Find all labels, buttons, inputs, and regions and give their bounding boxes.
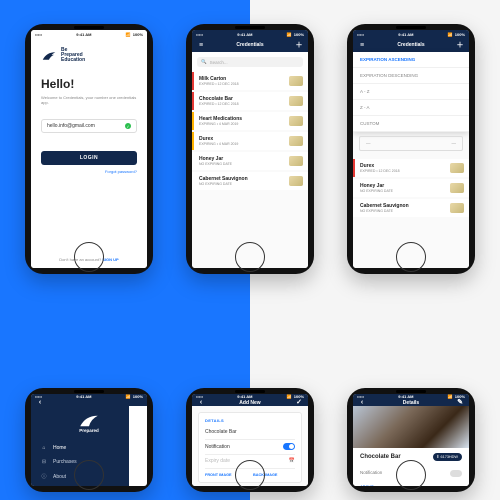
search-input[interactable]: 🔍 Search...	[197, 57, 303, 67]
notification-toggle-row: Notification	[205, 440, 295, 455]
brand-logo: BePreparedEducation	[41, 48, 137, 63]
forgot-password-link[interactable]: Forgot password?	[41, 169, 137, 174]
add-icon[interactable]: ＋	[456, 42, 464, 49]
item-thumbnail	[289, 116, 303, 126]
list-item[interactable]: DurexEXPIRING • 4 MAR 2019	[192, 132, 308, 150]
carrier-dots: •••••	[35, 32, 42, 37]
search-icon: 🔍	[201, 59, 207, 65]
sort-option[interactable]: EXPIRATION DESCENDING	[353, 68, 469, 84]
about-label: ABOUT	[360, 485, 374, 486]
login-button[interactable]: LOGIN	[41, 151, 137, 165]
phone-login: ••••• 9:41 AM 📶100% BePreparedEducation …	[25, 24, 153, 274]
check-icon: ✓	[125, 123, 131, 129]
back-icon[interactable]: ‹	[358, 399, 366, 406]
toggle-switch-off[interactable]	[450, 470, 462, 477]
menu-icon[interactable]: ≡	[358, 42, 366, 49]
header-title: Credentials	[205, 42, 295, 48]
phone-nav-drawer: •••••9:41 AM📶100% ‹ Prepared ⌂Home⊟Purch…	[25, 388, 153, 492]
login-heading: Hello!	[41, 77, 137, 91]
sort-option[interactable]: A - Z	[353, 84, 469, 100]
back-image-label: BACK IMAGE	[253, 473, 295, 477]
status-battery: 100%	[133, 32, 143, 37]
front-image-label: FRONT IMAGE	[205, 473, 247, 477]
item-thumbnail	[289, 96, 303, 106]
item-thumbnail	[289, 136, 303, 146]
expiry-input[interactable]: Expiry date📅	[205, 455, 295, 469]
list-item[interactable]: Milk CartonEXPIRED • 12 DEC 2018	[192, 72, 308, 90]
item-thumbnail	[289, 156, 303, 166]
wing-icon	[41, 51, 57, 61]
item-name: Chocolate Bar	[360, 454, 401, 460]
login-subtitle: Welcome to Credentials, your number one …	[41, 95, 137, 105]
header-title: Details	[366, 400, 456, 406]
phone-details: •••••9:41 AM📶100% ‹ Details ✎ Chocolate …	[347, 388, 475, 492]
list-item[interactable]: Heart MedicationsEXPIRING • 4 MAR 2019	[192, 112, 308, 130]
back-icon[interactable]: ‹	[197, 399, 205, 406]
code-badge: ⦀6173HDW	[433, 453, 462, 461]
calendar-icon: 📅	[289, 458, 295, 464]
name-input[interactable]: Chocolate Bar	[205, 426, 295, 440]
date-range-input[interactable]: ——	[359, 136, 463, 151]
signup-link[interactable]: SIGN UP	[102, 257, 118, 262]
status-time: 9:41 AM	[76, 32, 91, 37]
item-thumbnail	[289, 176, 303, 186]
phone-add-new: •••••9:41 AM📶100% ‹ Add New ✓ DETAILS Ch…	[186, 388, 314, 492]
email-field[interactable]: hello.info@gmail.com ✓	[41, 119, 137, 133]
menu-item-icon: ⓘ	[41, 473, 47, 480]
app-header: ≡ Credentials ＋	[192, 38, 308, 52]
sort-dropdown: EXPIRATION ASCENDINGEXPIRATION DESCENDIN…	[353, 52, 469, 132]
add-icon[interactable]: ＋	[295, 42, 303, 49]
signup-line: Don't have an account? SIGN UP	[41, 257, 137, 268]
edit-icon[interactable]: ✎	[456, 399, 464, 406]
sort-option[interactable]: CUSTOM	[353, 116, 469, 132]
list-item[interactable]: Cabernet SauvignonNO EXPIRING DATE	[192, 172, 308, 190]
notification-row: Notification	[353, 466, 469, 481]
list-item[interactable]: Honey JarNO EXPIRING DATE	[192, 152, 308, 170]
list-item[interactable]: DurexEXPIRED • 12 DEC 2018	[353, 159, 469, 177]
header-title: Credentials	[366, 42, 456, 48]
menu-item-icon: ⌂	[41, 445, 47, 451]
item-thumbnail	[289, 76, 303, 86]
back-icon[interactable]: ‹	[36, 399, 44, 406]
header-title: Add New	[205, 400, 295, 406]
barcode-icon: ⦀	[437, 455, 439, 459]
sort-option[interactable]: EXPIRATION ASCENDING	[353, 52, 469, 68]
status-bar: ••••• 9:41 AM 📶100%	[31, 30, 147, 38]
phone-credentials-list: •••••9:41 AM 📶100% ≡ Credentials ＋ 🔍 Sea…	[186, 24, 314, 274]
menu-item-icon: ⊟	[41, 459, 47, 465]
phone-sort-filter: •••••9:41 AM📶100% ≡ Credentials ＋ EXPIRA…	[347, 24, 475, 274]
hero-image	[353, 406, 469, 448]
credentials-list: Milk CartonEXPIRED • 12 DEC 2018 Chocolat…	[192, 72, 308, 268]
section-label: DETAILS	[205, 418, 295, 423]
list-item[interactable]: Chocolate BarEXPIRED • 12 DEC 2018	[192, 92, 308, 110]
list-item[interactable]: Honey JarNO EXPIRING DATE	[353, 179, 469, 197]
menu-icon[interactable]: ≡	[197, 42, 205, 49]
sort-option[interactable]: Z - A	[353, 100, 469, 116]
toggle-switch[interactable]	[283, 443, 295, 450]
list-item[interactable]: Cabernet SauvignonNO EXPIRING DATE	[353, 199, 469, 217]
save-icon[interactable]: ✓	[295, 399, 303, 406]
status-bar: •••••9:41 AM 📶100%	[192, 30, 308, 38]
